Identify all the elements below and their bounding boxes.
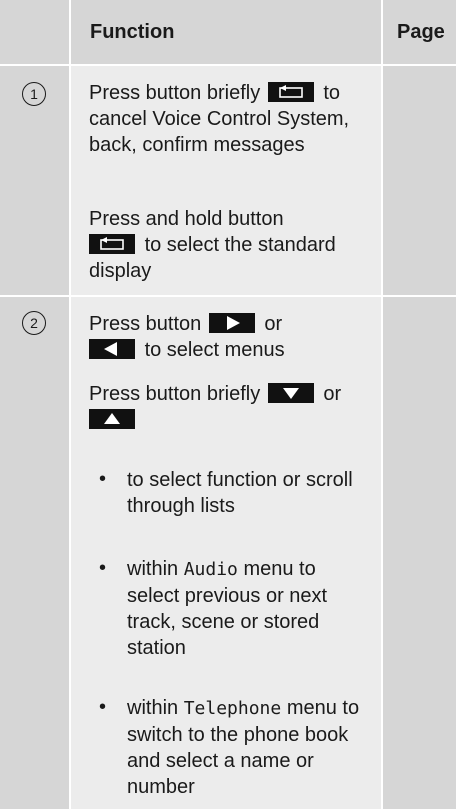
bullet-item: within Telephone menu to switch to the p…	[127, 695, 367, 800]
row2-text-a: Press button	[89, 313, 202, 335]
row-number-cell: 2	[0, 297, 69, 809]
row2-text-c: to select menus	[144, 339, 285, 361]
row-function-cell: Press button briefly to cancel Voice Con…	[71, 66, 381, 295]
row2-paragraph-1: Press button or to select menus	[89, 311, 371, 363]
row-function-cell: Press button or to select menus Press bu…	[71, 297, 381, 809]
circled-number-2: 2	[22, 311, 46, 335]
back-button-icon	[89, 234, 135, 254]
table-row: 2 Press button or to select menus Press …	[0, 297, 456, 809]
down-arrow-button-icon	[267, 383, 314, 403]
table-header: Function Page	[0, 0, 456, 64]
row1-paragraph-1: Press button briefly to cancel Voice Con…	[89, 80, 371, 158]
row1-text-a: Press button briefly	[89, 82, 261, 104]
row1-text-c: Press and hold button	[89, 208, 284, 230]
row2-text-b: or	[264, 313, 283, 335]
bullet-mono-telephone: Telephone	[183, 698, 282, 719]
right-arrow-button-icon	[208, 313, 255, 333]
row1-paragraph-2: Press and hold button to select the stan…	[89, 206, 371, 284]
circled-number-1: 1	[22, 82, 46, 106]
left-arrow-button-icon	[89, 339, 135, 359]
bullet-mono-audio: Audio	[183, 559, 238, 580]
header-number-cell	[0, 0, 69, 64]
up-arrow-button-icon	[89, 409, 135, 429]
row-page-cell	[383, 66, 456, 295]
header-function-label: Function	[90, 21, 175, 43]
bullet-marker: •	[99, 468, 107, 490]
row2-paragraph-2: Press button briefly or	[89, 381, 371, 433]
bullet-text-pre: within	[127, 558, 179, 580]
back-button-icon	[267, 82, 314, 102]
row2-text-d: Press button briefly	[89, 383, 261, 405]
bullet-marker: •	[99, 696, 107, 718]
bullet-text-pre: within	[127, 697, 179, 719]
row-page-cell	[383, 297, 456, 809]
bullet-marker: •	[99, 557, 107, 579]
bullet-item: to select function or scroll through lis…	[127, 469, 353, 517]
header-function-cell: Function	[71, 0, 381, 64]
header-page-label: Page	[397, 21, 445, 43]
row-number-cell: 1	[0, 66, 69, 295]
bullet-item: within Audio menu to select previous or …	[127, 556, 367, 661]
table-row: 1 Press button briefly to cancel Voice C…	[0, 66, 456, 295]
row2-text-e: or	[323, 383, 342, 405]
header-page-cell: Page	[383, 0, 456, 64]
